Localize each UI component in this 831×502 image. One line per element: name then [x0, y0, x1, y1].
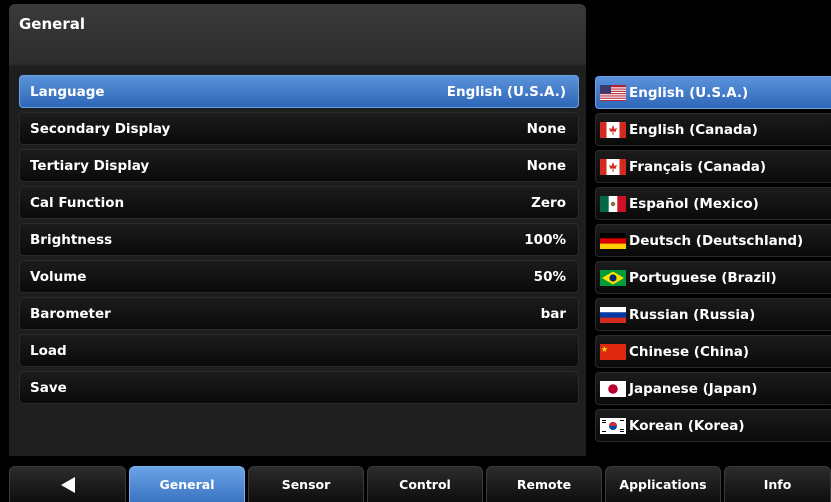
language-option-en-us[interactable]: English (U.S.A.) [595, 76, 831, 109]
tab-bar: General Sensor Control Remote Applicatio… [9, 466, 831, 502]
language-label: Chinese (China) [629, 343, 750, 360]
setting-label: Secondary Display [30, 120, 171, 137]
language-label: Korean (Korea) [629, 417, 745, 434]
language-option-fr-ca[interactable]: Français (Canada) [595, 150, 831, 183]
language-option-ja-jp[interactable]: Japanese (Japan) [595, 372, 831, 405]
language-option-ru-ru[interactable]: Russian (Russia) [595, 298, 831, 331]
language-option-ko-kr[interactable]: Korean (Korea) [595, 409, 831, 442]
setting-row-secondary-display[interactable]: Secondary Display None [19, 112, 579, 145]
setting-value: Zero [531, 194, 566, 211]
language-label: Russian (Russia) [629, 306, 756, 323]
language-list: English (U.S.A.) English (Canada) França… [595, 76, 831, 446]
brazil-flag-icon [600, 269, 626, 286]
language-option-pt-br[interactable]: Portuguese (Brazil) [595, 261, 831, 294]
tab-label: Control [399, 477, 451, 492]
korea-flag-icon [600, 417, 626, 434]
language-option-zh-cn[interactable]: Chinese (China) [595, 335, 831, 368]
setting-label: Brightness [30, 231, 113, 248]
tab-label: Applications [619, 477, 707, 492]
russia-flag-icon [600, 306, 626, 323]
setting-row-save[interactable]: Save [19, 371, 579, 404]
mexico-flag-icon [600, 195, 626, 212]
tab-label: Info [763, 477, 792, 492]
language-label: English (U.S.A.) [629, 84, 749, 101]
setting-row-language[interactable]: Language English (U.S.A.) [19, 75, 579, 108]
setting-value: English (U.S.A.) [446, 83, 566, 100]
setting-row-brightness[interactable]: Brightness 100% [19, 223, 579, 256]
tab-applications[interactable]: Applications [605, 466, 721, 502]
settings-list: Language English (U.S.A.) Secondary Disp… [19, 75, 579, 408]
setting-row-cal-function[interactable]: Cal Function Zero [19, 186, 579, 219]
canada-flag-icon [600, 121, 626, 138]
japan-flag-icon [600, 380, 626, 397]
china-flag-icon [600, 343, 626, 360]
setting-label: Barometer [30, 305, 111, 322]
panel-title: General [19, 15, 85, 33]
tab-info[interactable]: Info [724, 466, 831, 502]
tab-control[interactable]: Control [367, 466, 483, 502]
language-option-en-ca[interactable]: English (Canada) [595, 113, 831, 146]
back-button[interactable] [9, 466, 126, 502]
setting-value: bar [540, 305, 566, 322]
us-flag-icon [600, 84, 626, 101]
tab-label: Remote [516, 477, 572, 492]
setting-row-tertiary-display[interactable]: Tertiary Display None [19, 149, 579, 182]
tab-label: Sensor [281, 477, 331, 492]
setting-value: None [526, 120, 566, 137]
language-label: English (Canada) [629, 121, 758, 138]
germany-flag-icon [600, 232, 626, 249]
language-label: Portuguese (Brazil) [629, 269, 777, 286]
canada-flag-icon [600, 158, 626, 175]
tab-general[interactable]: General [129, 466, 245, 502]
tab-sensor[interactable]: Sensor [248, 466, 364, 502]
setting-value: 100% [524, 231, 566, 248]
setting-row-volume[interactable]: Volume 50% [19, 260, 579, 293]
language-label: Japanese (Japan) [629, 380, 758, 397]
language-label: Deutsch (Deutschland) [629, 232, 804, 249]
language-option-es-mx[interactable]: Español (Mexico) [595, 187, 831, 220]
setting-row-load[interactable]: Load [19, 334, 579, 367]
setting-label: Volume [30, 268, 87, 285]
setting-label: Cal Function [30, 194, 125, 211]
setting-row-barometer[interactable]: Barometer bar [19, 297, 579, 330]
setting-label: Save [30, 379, 67, 396]
tab-remote[interactable]: Remote [486, 466, 602, 502]
back-arrow-icon [60, 476, 75, 493]
setting-label: Language [30, 83, 105, 100]
language-label: Español (Mexico) [629, 195, 759, 212]
general-panel: General Language English (U.S.A.) Second… [9, 4, 586, 456]
setting-value: 50% [533, 268, 566, 285]
setting-label: Tertiary Display [30, 157, 150, 174]
tab-label: General [159, 477, 215, 492]
language-label: Français (Canada) [629, 158, 767, 175]
setting-value: None [526, 157, 566, 174]
language-option-de-de[interactable]: Deutsch (Deutschland) [595, 224, 831, 257]
setting-label: Load [30, 342, 67, 359]
